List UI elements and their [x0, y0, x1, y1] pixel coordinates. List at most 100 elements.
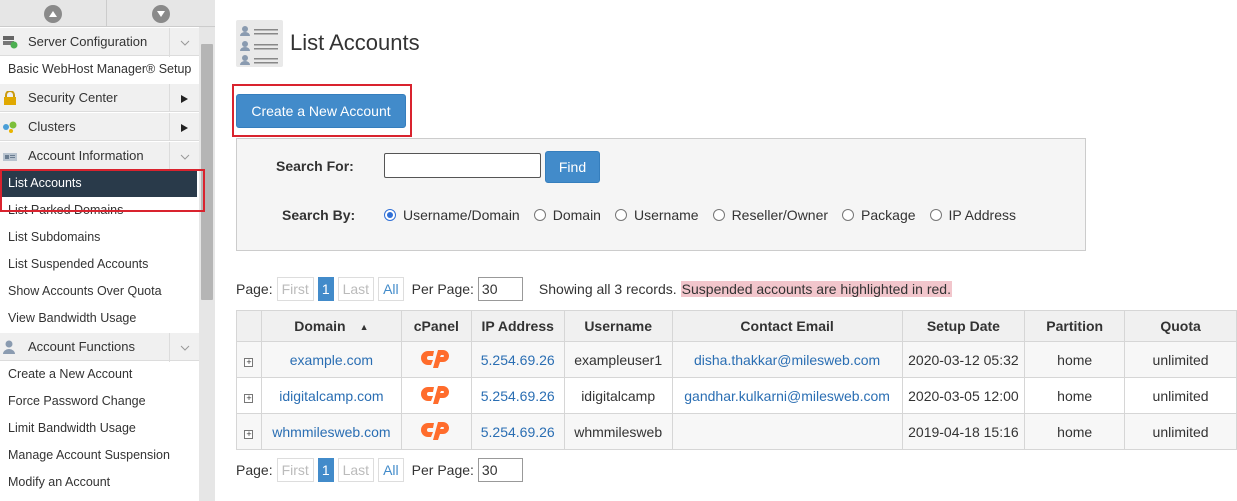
- sidebar-item-limit-bandwidth[interactable]: Limit Bandwidth Usage: [0, 415, 199, 442]
- page-all-button[interactable]: All: [378, 458, 404, 482]
- page-last-button[interactable]: Last: [337, 458, 375, 482]
- page-last-button[interactable]: Last: [337, 277, 375, 301]
- create-account-button[interactable]: Create a New Account: [236, 94, 406, 128]
- sidebar-item-list-accounts[interactable]: List Accounts: [0, 170, 197, 197]
- setup-date-cell: 2019-04-18 15:16: [901, 413, 1026, 450]
- account-info-icon: [2, 149, 18, 163]
- chevron-down-icon[interactable]: [169, 333, 199, 362]
- search-input[interactable]: [384, 153, 541, 178]
- category-label: Security Center: [28, 90, 118, 105]
- chevron-down-icon[interactable]: [169, 142, 199, 171]
- category-server-configuration[interactable]: Server Configuration: [0, 27, 199, 57]
- radio-unchecked-icon: [929, 209, 942, 221]
- sidebar-item-list-suspended[interactable]: List Suspended Accounts: [0, 251, 199, 278]
- radio-username-domain[interactable]: Username/Domain: [384, 207, 520, 223]
- page-label: Page:: [236, 281, 273, 297]
- page-all-button[interactable]: All: [378, 277, 404, 301]
- radio-unchecked-icon: [712, 209, 725, 221]
- suspended-note: Suspended accounts are highlighted in re…: [680, 281, 952, 297]
- radio-domain[interactable]: Domain: [533, 207, 601, 223]
- sidebar-item-manage-suspension[interactable]: Manage Account Suspension: [0, 442, 199, 469]
- partition-cell: home: [1024, 413, 1126, 450]
- row-expander[interactable]: +: [236, 341, 262, 378]
- cpanel-logo-icon: [420, 383, 452, 408]
- per-page-label: Per Page:: [411, 281, 474, 297]
- clusters-icon: [2, 120, 18, 134]
- column-header-cpanel[interactable]: cPanel: [400, 310, 472, 342]
- category-clusters[interactable]: Clusters: [0, 112, 199, 142]
- contact-email-link[interactable]: disha.thakkar@milesweb.com: [671, 341, 903, 378]
- quota-cell: unlimited: [1124, 341, 1237, 378]
- radio-reseller-owner[interactable]: Reseller/Owner: [712, 207, 828, 223]
- radio-package[interactable]: Package: [842, 207, 916, 223]
- column-header-partition[interactable]: Partition: [1024, 310, 1126, 342]
- row-expander[interactable]: +: [236, 377, 262, 414]
- sidebar-scrollbar-thumb[interactable]: [201, 44, 213, 300]
- domain-link[interactable]: whmmilesweb.com: [260, 413, 402, 450]
- column-header-quota[interactable]: Quota: [1124, 310, 1237, 342]
- setup-date-cell: 2020-03-05 12:00: [901, 377, 1026, 414]
- page-first-button[interactable]: First: [276, 458, 314, 482]
- find-button[interactable]: Find: [545, 151, 600, 183]
- user-icon: [2, 340, 18, 354]
- records-count: Showing all 3 records.: [538, 281, 677, 297]
- sidebar-menu: Server Configuration Basic WebHost Manag…: [0, 27, 199, 496]
- per-page-input[interactable]: 30: [477, 277, 523, 301]
- sidebar-item-list-subdomains[interactable]: List Subdomains: [0, 224, 199, 251]
- table-row: + idigitalcamp.com 5.254.69.26 idigitalc…: [236, 377, 1237, 414]
- ip-address-link[interactable]: 5.254.69.26: [470, 377, 565, 414]
- sidebar-item-modify-account[interactable]: Modify an Account: [0, 469, 199, 496]
- sidebar-item-over-quota[interactable]: Show Accounts Over Quota: [0, 278, 199, 305]
- category-security-center[interactable]: Security Center: [0, 83, 199, 113]
- scroll-up-button[interactable]: [0, 0, 107, 27]
- scroll-down-button[interactable]: [107, 0, 214, 27]
- username-cell: whmmilesweb: [563, 413, 673, 450]
- sidebar-item-basic-setup[interactable]: Basic WebHost Manager® Setup: [0, 56, 199, 83]
- row-expander[interactable]: +: [236, 413, 262, 450]
- sidebar-item-list-parked-domains[interactable]: List Parked Domains: [0, 197, 199, 224]
- search-panel: Search For: Find Search By: Username/Dom…: [236, 138, 1086, 251]
- radio-username[interactable]: Username: [614, 207, 699, 223]
- main-content: List Accounts Create a New Account Searc…: [236, 0, 1237, 501]
- sidebar-item-force-password[interactable]: Force Password Change: [0, 388, 199, 415]
- chevron-down-icon[interactable]: [169, 28, 199, 57]
- ip-address-link[interactable]: 5.254.69.26: [470, 341, 565, 378]
- column-header-ip-address[interactable]: IP Address: [470, 310, 565, 342]
- sidebar-item-create-account[interactable]: Create a New Account: [0, 361, 199, 388]
- ip-address-link[interactable]: 5.254.69.26: [470, 413, 565, 450]
- column-header-username[interactable]: Username: [563, 310, 673, 342]
- page-first-button[interactable]: First: [276, 277, 314, 301]
- contact-email-link[interactable]: gandhar.kulkarni@milesweb.com: [671, 377, 903, 414]
- column-header-setup-date[interactable]: Setup Date: [901, 310, 1026, 342]
- column-header-domain[interactable]: Domain ▲: [260, 310, 402, 342]
- cpanel-link[interactable]: [400, 341, 472, 378]
- cpanel-link[interactable]: [400, 377, 472, 414]
- radio-ip-address[interactable]: IP Address: [929, 207, 1016, 223]
- sidebar-item-bandwidth-usage[interactable]: View Bandwidth Usage: [0, 305, 199, 332]
- per-page-input[interactable]: 30: [477, 458, 523, 482]
- arrow-up-icon: [44, 4, 62, 23]
- page-current-button[interactable]: 1: [317, 277, 334, 301]
- category-label: Account Functions: [28, 339, 135, 354]
- expander-header: [236, 310, 262, 342]
- triangle-right-icon[interactable]: [169, 84, 199, 113]
- partition-cell: home: [1024, 377, 1126, 414]
- category-account-information[interactable]: Account Information: [0, 141, 199, 171]
- accounts-table: Domain ▲ cPanel IP Address Username Conta…: [236, 310, 1237, 450]
- server-icon: [2, 35, 18, 49]
- cpanel-logo-icon: [420, 419, 452, 444]
- contact-email-link[interactable]: [671, 413, 903, 450]
- column-header-contact-email[interactable]: Contact Email: [671, 310, 903, 342]
- per-page-label: Per Page:: [411, 462, 474, 478]
- table-row: + example.com 5.254.69.26 exampleuser1 d…: [236, 341, 1237, 378]
- search-by-options: Username/Domain Domain Username Reseller…: [384, 207, 1030, 223]
- domain-link[interactable]: example.com: [260, 341, 402, 378]
- domain-link[interactable]: idigitalcamp.com: [260, 377, 402, 414]
- arrow-down-icon: [151, 4, 170, 23]
- triangle-right-icon[interactable]: [169, 113, 199, 142]
- page-current-button[interactable]: 1: [317, 458, 334, 482]
- cpanel-link[interactable]: [400, 413, 472, 450]
- username-cell: idigitalcamp: [563, 377, 673, 414]
- pager-bottom: Page: First 1 Last All Per Page: 30: [236, 458, 523, 482]
- category-account-functions[interactable]: Account Functions: [0, 332, 199, 362]
